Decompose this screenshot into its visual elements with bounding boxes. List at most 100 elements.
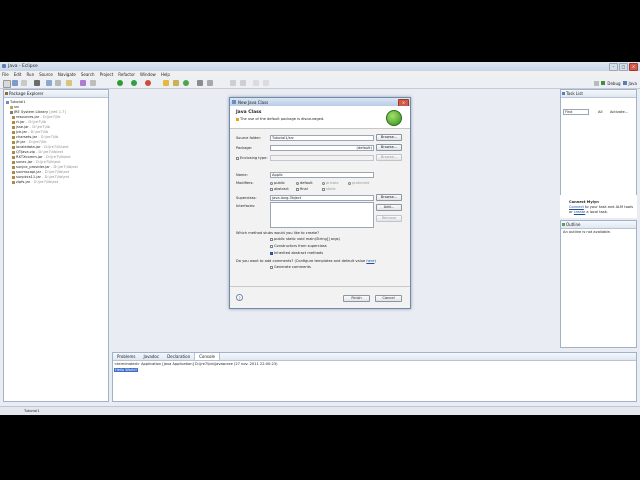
save-icon[interactable]	[12, 80, 18, 86]
modifier-public[interactable]: public	[270, 181, 285, 185]
modifier-final[interactable]: final	[296, 187, 308, 191]
skip-breakpoints-icon[interactable]	[46, 80, 52, 86]
modifier-protected[interactable]: protected	[348, 181, 369, 185]
class-name-field[interactable]: Applic	[270, 172, 374, 178]
menu-edit[interactable]: Edit	[14, 71, 22, 78]
tab-task-list[interactable]: Task List	[566, 91, 583, 96]
tab-problems[interactable]: Problems	[113, 353, 139, 360]
stub-constructors-option[interactable]: Constructors from superclass	[270, 244, 327, 248]
tree-item-jar[interactable]: rt.jar - D:\jre7\lib	[12, 120, 46, 124]
superclass-field[interactable]: java.lang.Object	[270, 195, 374, 201]
abstract-checkbox[interactable]	[270, 187, 273, 191]
resume-icon[interactable]	[80, 80, 86, 86]
open-type-icon[interactable]	[197, 80, 203, 86]
static-checkbox[interactable]	[322, 187, 325, 191]
java-perspective[interactable]: Java	[629, 81, 637, 86]
console-output[interactable]: Hello World!	[114, 368, 138, 372]
tree-item-src[interactable]: src	[10, 105, 19, 109]
task-find-input[interactable]: Find	[563, 109, 589, 115]
tree-item-jar[interactable]: localedata.jar - D:\jre7\lib\ext	[12, 145, 69, 149]
tree-item-jar[interactable]: sunpkcs11.jar - D:\jre7\lib\ext	[12, 175, 69, 179]
close-button[interactable]: ×	[629, 63, 638, 71]
menu-navigate[interactable]: Navigate	[58, 71, 76, 78]
stub-inherited-checkbox[interactable]	[270, 251, 273, 255]
menu-run[interactable]: Run	[26, 71, 34, 78]
suspend-icon[interactable]	[90, 80, 96, 86]
modifier-private[interactable]: private	[322, 181, 339, 185]
tree-item-jar[interactable]: QTJava.zip - D:\jre7\lib\ext	[12, 150, 63, 154]
external-tools-icon[interactable]	[145, 80, 151, 86]
tree-item-jar[interactable]: jfr.jar - D:\jre7\lib	[12, 140, 46, 144]
modifier-default[interactable]: default	[296, 181, 313, 185]
stub-inherited-option[interactable]: Inherited abstract methods	[270, 251, 323, 255]
final-checkbox[interactable]	[296, 187, 299, 191]
tree-item-jar[interactable]: jsse.jar - D:\jre7\lib	[12, 125, 50, 129]
tree-item-jar[interactable]: zipfs.jar - D:\jre7\lib\ext	[12, 180, 58, 184]
maximize-button[interactable]: □	[619, 63, 628, 71]
connect-link[interactable]: Connect	[569, 205, 584, 209]
tree-item-project[interactable]: Tutorial1	[6, 100, 26, 104]
new-class-icon[interactable]	[183, 80, 189, 86]
interfaces-list[interactable]	[270, 202, 374, 228]
generate-comments-option[interactable]: Generate comments	[270, 265, 311, 269]
search-icon[interactable]	[207, 80, 213, 86]
tab-outline[interactable]: Outline	[566, 222, 580, 227]
back-icon[interactable]	[253, 80, 259, 86]
new-icon[interactable]	[3, 80, 11, 88]
tree-item-jar[interactable]: charsets.jar - D:\jre7\lib	[12, 135, 58, 139]
step-icon[interactable]	[55, 80, 61, 86]
debug-icon[interactable]	[117, 80, 123, 86]
package-field[interactable]: (default)	[270, 145, 374, 151]
stub-main-checkbox[interactable]	[270, 237, 273, 241]
protected-radio[interactable]	[348, 181, 351, 185]
finish-button[interactable]: Finish	[343, 295, 370, 302]
menu-file[interactable]: File	[2, 71, 9, 78]
debug-perspective[interactable]: Debug	[607, 81, 620, 86]
package-browse-button[interactable]: Browse...	[376, 144, 402, 151]
cancel-button[interactable]: Cancel	[375, 295, 402, 302]
modifier-static[interactable]: static	[322, 187, 336, 191]
interfaces-add-button[interactable]: Add...	[376, 204, 402, 211]
tab-console[interactable]: Console	[194, 353, 221, 360]
source-folder-browse-button[interactable]: Browse...	[376, 134, 402, 141]
minimize-button[interactable]: –	[609, 63, 618, 71]
tree-item-jar[interactable]: sunmscapi.jar - D:\jre7\lib\ext	[12, 170, 69, 174]
tab-declaration[interactable]: Declaration	[163, 353, 194, 360]
tree-item-jar[interactable]: sunjce_provider.jar - D:\jre7\lib\ext	[12, 165, 78, 169]
terminal-icon[interactable]	[34, 80, 40, 86]
open-perspective-icon[interactable]	[594, 80, 600, 86]
menu-window[interactable]: Window	[140, 71, 156, 78]
enclosing-browse-button[interactable]: Browse...	[376, 154, 402, 161]
next-annotation-icon[interactable]	[240, 80, 246, 86]
create-task-link[interactable]: create	[574, 210, 585, 214]
tab-javadoc[interactable]: Javadoc	[139, 353, 163, 360]
print-icon[interactable]	[21, 80, 27, 86]
task-activate[interactable]: Activate...	[610, 110, 628, 114]
generate-comments-checkbox[interactable]	[270, 265, 273, 269]
tab-package-explorer[interactable]: Package Explorer	[9, 91, 44, 96]
forward-icon[interactable]	[263, 80, 269, 86]
build-icon[interactable]	[66, 80, 72, 86]
tree-item-jre[interactable]: JRE System Library [jre6 1.7]	[10, 110, 66, 114]
tree-item-jar[interactable]: RXTXcomm.jar - D:\jre7\lib\ext	[12, 155, 71, 159]
help-icon[interactable]: ?	[236, 294, 243, 301]
menu-search[interactable]: Search	[81, 71, 95, 78]
superclass-browse-button[interactable]: Browse...	[376, 194, 402, 201]
tree-item-jar[interactable]: sunec.jar - D:\jre7\lib\ext	[12, 160, 61, 164]
menu-refactor[interactable]: Refactor	[118, 71, 135, 78]
modifier-abstract[interactable]: abstract	[270, 187, 289, 191]
menu-project[interactable]: Project	[100, 71, 114, 78]
menu-source[interactable]: Source	[39, 71, 53, 78]
stub-constructors-checkbox[interactable]	[270, 244, 273, 248]
new-java-project-icon[interactable]	[163, 80, 169, 86]
source-folder-field[interactable]: Tutorial1/src	[270, 135, 374, 141]
new-package-icon[interactable]	[173, 80, 179, 86]
enclosing-type-option[interactable]: Enclosing type:	[236, 156, 268, 160]
public-radio[interactable]	[270, 181, 273, 185]
prev-annotation-icon[interactable]	[230, 80, 236, 86]
tree-item-jar[interactable]: jce.jar - D:\jre7\lib	[12, 130, 48, 134]
private-radio[interactable]	[322, 181, 325, 185]
interfaces-remove-button[interactable]: Remove	[376, 215, 402, 222]
default-radio[interactable]	[296, 181, 299, 185]
task-filter-all[interactable]: All	[598, 110, 602, 114]
